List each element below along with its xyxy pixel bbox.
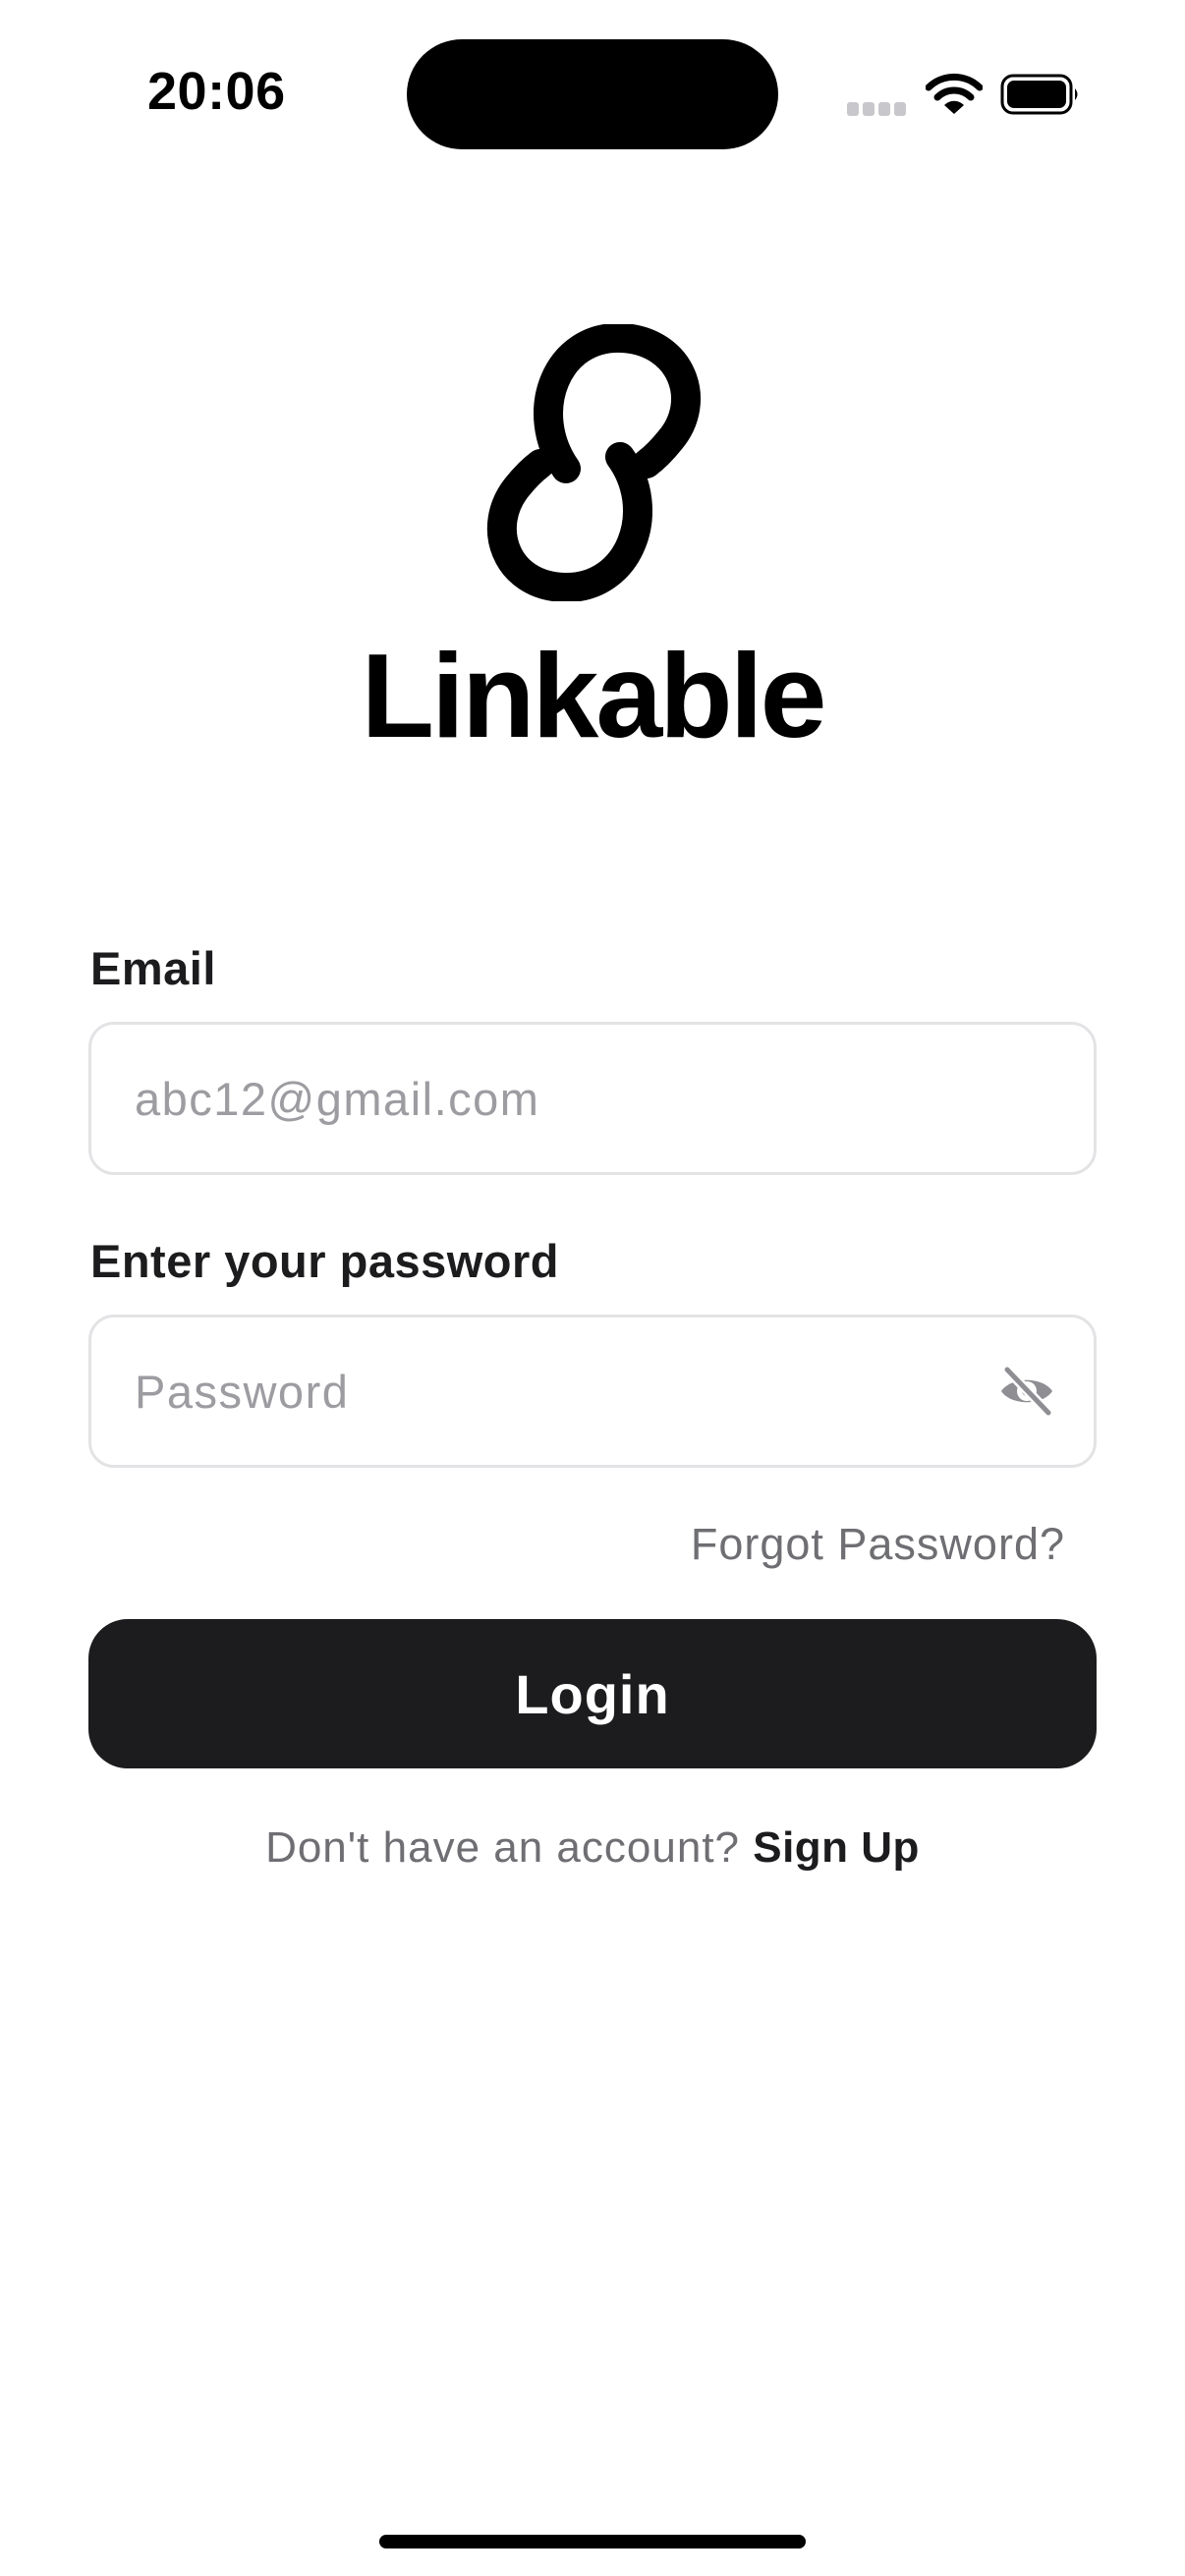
brand-name: Linkable (361, 629, 827, 762)
status-time: 20:06 (147, 62, 286, 121)
status-bar: 20:06 (0, 0, 1185, 187)
battery-icon (1000, 74, 1078, 115)
forgot-password-link[interactable]: Forgot Password? (691, 1519, 1065, 1570)
email-label: Email (90, 942, 216, 994)
password-label: Enter your password (90, 1235, 559, 1287)
password-field-container[interactable] (88, 1315, 1097, 1468)
home-indicator[interactable] (379, 2535, 806, 2548)
email-input[interactable] (135, 1025, 1048, 1172)
cellular-signal-icon (847, 102, 908, 116)
signup-prompt: Don't have an account? (265, 1823, 754, 1872)
login-button[interactable]: Login (88, 1619, 1097, 1768)
email-field-container[interactable] (88, 1022, 1097, 1175)
chain-link-icon (487, 324, 701, 601)
password-input[interactable] (135, 1317, 940, 1465)
signup-row: Don't have an account? Sign Up (0, 1823, 1185, 1873)
dynamic-island (407, 39, 778, 149)
wifi-icon (926, 73, 983, 114)
eye-off-icon[interactable] (997, 1365, 1056, 1418)
signup-link[interactable]: Sign Up (753, 1823, 920, 1872)
